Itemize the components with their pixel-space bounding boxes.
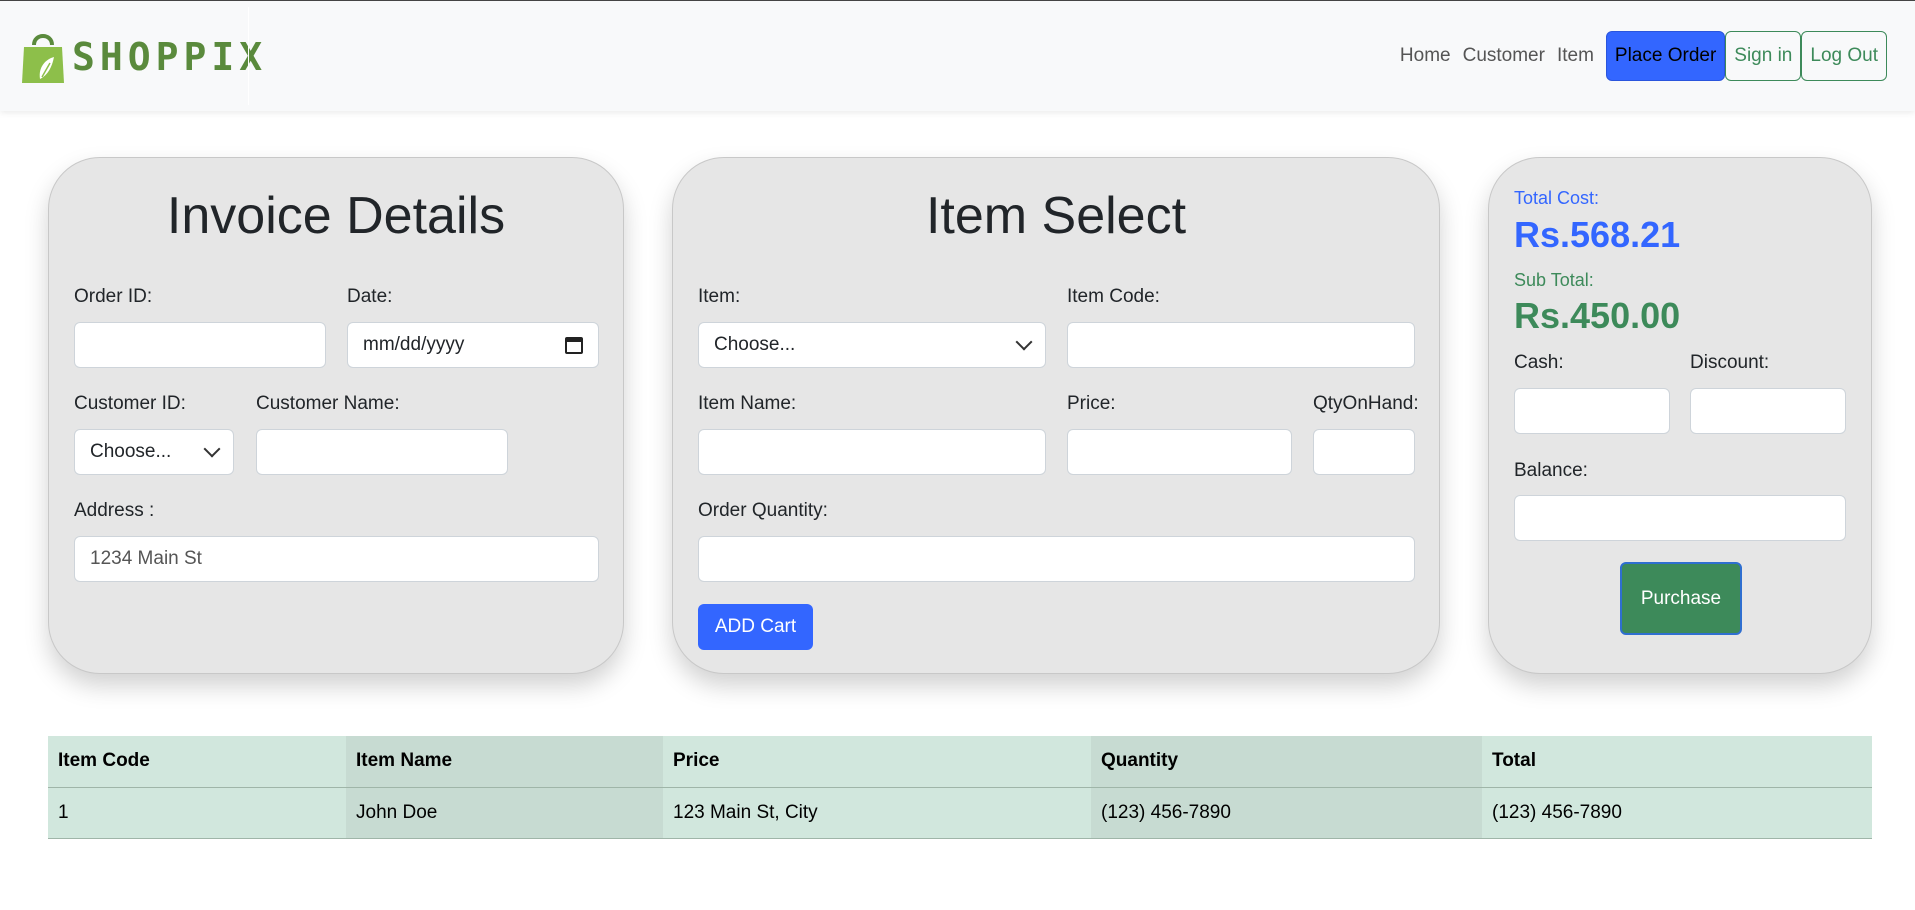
nav-link-customer[interactable]: Customer bbox=[1457, 31, 1551, 81]
purchase-button[interactable]: Purchase bbox=[1620, 562, 1742, 635]
item-select-title: Item Select bbox=[925, 187, 1187, 245]
sub-total-value: Rs.450.00 bbox=[1514, 295, 1681, 336]
price-input[interactable] bbox=[1067, 429, 1292, 475]
chevron-down-icon bbox=[1015, 333, 1033, 351]
column-header-price: Price bbox=[663, 736, 1091, 788]
nav-link-home[interactable]: Home bbox=[1394, 31, 1457, 81]
price-label: Price: bbox=[1067, 393, 1116, 414]
brand-name: SHOPPIX bbox=[72, 35, 268, 79]
date-label: Date: bbox=[347, 286, 393, 307]
add-cart-button[interactable]: ADD Cart bbox=[698, 604, 813, 650]
qty-on-hand-label: QtyOnHand: bbox=[1313, 393, 1419, 414]
calendar-icon[interactable] bbox=[565, 336, 583, 354]
total-cost-value: Rs.568.21 bbox=[1514, 214, 1681, 255]
cell-item-name: John Doe bbox=[346, 787, 663, 839]
sign-in-button[interactable]: Sign in bbox=[1725, 31, 1802, 81]
nav-menu: Home Customer Item Place Order Sign in L… bbox=[1394, 31, 1887, 81]
item-selected: Choose... bbox=[714, 334, 796, 355]
payment-summary-card: Total Cost: Rs.568.21 Sub Total: Rs.450.… bbox=[1488, 157, 1872, 674]
invoice-details-card: Invoice Details Order ID: Date: mm/dd/yy… bbox=[48, 157, 624, 674]
cell-quantity: (123) 456-7890 bbox=[1091, 787, 1482, 839]
item-code-label: Item Code: bbox=[1067, 286, 1160, 307]
cart-table: Item Code Item Name Price Quantity Total… bbox=[48, 736, 1872, 839]
brand-divider bbox=[248, 7, 249, 105]
customer-id-label: Customer ID: bbox=[74, 393, 186, 414]
invoice-details-title: Invoice Details bbox=[166, 187, 506, 245]
item-name-input[interactable] bbox=[698, 429, 1046, 475]
order-id-label: Order ID: bbox=[74, 286, 153, 307]
column-header-quantity: Quantity bbox=[1091, 736, 1482, 788]
order-quantity-input[interactable] bbox=[698, 536, 1415, 582]
column-header-total: Total bbox=[1482, 736, 1872, 788]
item-code-input[interactable] bbox=[1067, 322, 1415, 368]
total-cost-label: Total Cost: bbox=[1514, 188, 1600, 208]
balance-input[interactable] bbox=[1514, 495, 1846, 541]
customer-name-label: Customer Name: bbox=[256, 393, 400, 414]
navbar: SHOPPIX Home Customer Item Place Order S… bbox=[0, 0, 1915, 111]
item-name-label: Item Name: bbox=[698, 393, 797, 414]
customer-id-select[interactable]: Choose... bbox=[74, 429, 234, 475]
table-row[interactable]: 1 John Doe 123 Main St, City (123) 456-7… bbox=[48, 787, 1872, 839]
item-label: Item: bbox=[698, 286, 741, 307]
cash-input[interactable] bbox=[1514, 388, 1670, 434]
customer-id-selected: Choose... bbox=[90, 441, 172, 462]
cell-total: (123) 456-7890 bbox=[1482, 787, 1872, 839]
place-order-button[interactable]: Place Order bbox=[1605, 31, 1726, 81]
brand-logo[interactable]: SHOPPIX bbox=[20, 27, 267, 87]
shopping-bag-icon bbox=[22, 34, 64, 83]
balance-label: Balance: bbox=[1514, 460, 1588, 481]
item-select-card: Item Select Item: Choose... Item Code: I… bbox=[672, 157, 1440, 674]
column-header-item-code: Item Code bbox=[48, 736, 346, 788]
date-placeholder: mm/dd/yyyy bbox=[363, 334, 465, 355]
discount-label: Discount: bbox=[1690, 352, 1770, 373]
address-label: Address : bbox=[74, 500, 155, 521]
cash-label: Cash: bbox=[1514, 352, 1564, 373]
item-select[interactable]: Choose... bbox=[698, 322, 1046, 368]
chevron-down-icon bbox=[203, 440, 221, 458]
table-header-row: Item Code Item Name Price Quantity Total bbox=[48, 736, 1872, 788]
column-header-item-name: Item Name bbox=[346, 736, 663, 788]
log-out-button[interactable]: Log Out bbox=[1801, 31, 1887, 81]
cell-item-code: 1 bbox=[48, 787, 346, 839]
discount-input[interactable] bbox=[1690, 388, 1846, 434]
order-id-input[interactable] bbox=[74, 322, 326, 368]
customer-name-input[interactable] bbox=[256, 429, 508, 475]
cell-price: 123 Main St, City bbox=[663, 787, 1091, 839]
order-quantity-label: Order Quantity: bbox=[698, 500, 828, 521]
nav-link-item[interactable]: Item bbox=[1551, 31, 1600, 81]
address-input[interactable]: 1234 Main St bbox=[74, 536, 599, 582]
sub-total-label: Sub Total: bbox=[1514, 270, 1594, 290]
qty-on-hand-input[interactable] bbox=[1313, 429, 1415, 475]
date-input[interactable]: mm/dd/yyyy bbox=[347, 322, 599, 368]
